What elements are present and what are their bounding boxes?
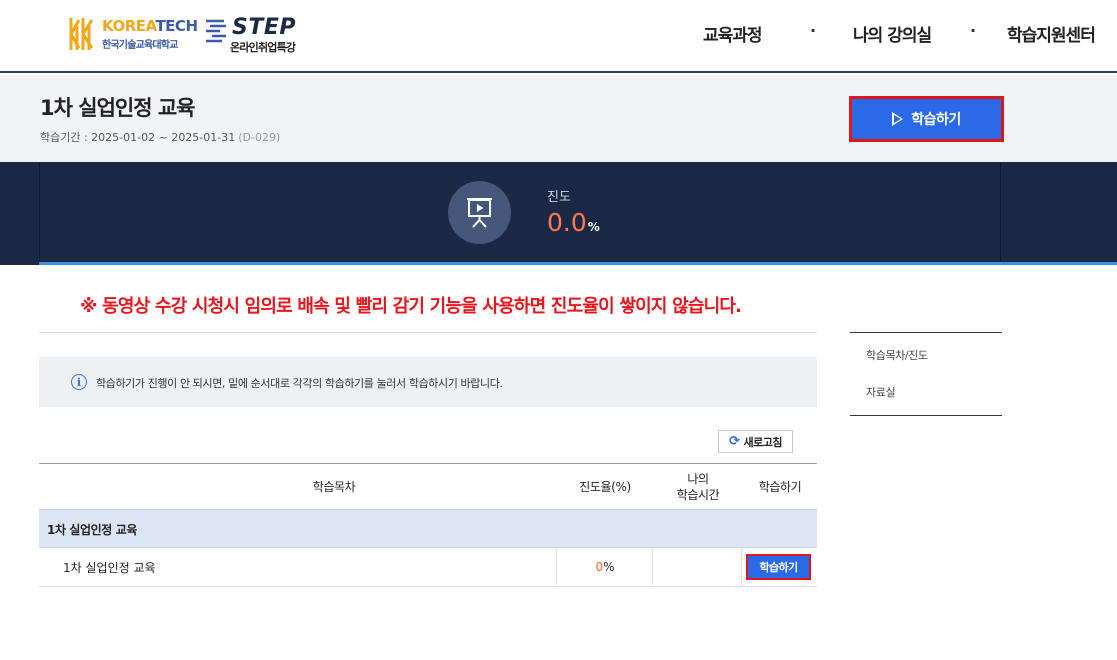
progress-panel: 진도 0.0% bbox=[0, 162, 1117, 265]
step-mark-icon bbox=[206, 19, 226, 43]
step-name: STEP bbox=[232, 15, 297, 40]
header-contents: 학습목차 bbox=[312, 480, 356, 494]
course-title: 1차 실업인정 교육 bbox=[40, 96, 195, 120]
nav-my-classroom[interactable]: 나의 강의실 bbox=[853, 21, 932, 46]
koreatech-logo[interactable]: KOREATECH 한국기술교육대학교 bbox=[68, 14, 198, 54]
nav-separator: · bbox=[970, 21, 977, 40]
table-group-row: 1차 실업인정 교육 bbox=[39, 510, 817, 548]
nav-curriculum[interactable]: 교육과정 bbox=[703, 21, 763, 46]
header-rate: 진도율(%) bbox=[579, 480, 631, 494]
study-period: 학습기간 : 2025-01-02 ~ 2025-01-31 (D-029) bbox=[40, 131, 281, 144]
koreatech-mark-icon bbox=[69, 18, 94, 50]
speed-warning-text: ※ 동영상 수강 시청시 임의로 배속 및 빨리 감기 기능을 사용하면 진도율… bbox=[80, 296, 742, 317]
info-icon: i bbox=[71, 374, 87, 390]
side-item-contents-progress[interactable]: 학습목차/진도 bbox=[866, 347, 928, 363]
progress-label: 진도 bbox=[547, 190, 571, 205]
step-logo[interactable]: STEP 온라인취업특강 bbox=[204, 14, 314, 56]
koreatech-name: KOREATECH bbox=[102, 17, 198, 35]
info-notice-box: i 학습하기가 진행이 안 되시면, 밑에 순서대로 각각의 학습하기를 눌러서… bbox=[39, 357, 817, 407]
row-rate: 0% bbox=[595, 560, 615, 574]
table-header: 학습목차 진도율(%) 나의 학습시간 학습하기 bbox=[39, 464, 817, 510]
nav-separator: · bbox=[810, 21, 817, 40]
step-subname: 온라인취업특강 bbox=[230, 41, 296, 54]
refresh-button[interactable]: ⟳ 새로고침 bbox=[718, 430, 793, 453]
group-label: 1차 실업인정 교육 bbox=[47, 523, 137, 537]
contents-table: 학습목차 진도율(%) 나의 학습시간 학습하기 1차 실업인정 교육 1차 실… bbox=[39, 463, 817, 587]
site-header: KOREATECH 한국기술교육대학교 STEP 온라인취업특강 교육과정 · … bbox=[0, 0, 1117, 73]
nav-support-center[interactable]: 학습지원센터 bbox=[1007, 21, 1096, 46]
divider bbox=[39, 332, 817, 333]
study-start-button[interactable]: 학습하기 bbox=[849, 96, 1004, 142]
side-menu: 학습목차/진도 자료실 bbox=[850, 332, 1002, 416]
row-study-time bbox=[653, 548, 743, 586]
table-row: 1차 실업인정 교육 0% 학습하기 bbox=[39, 548, 817, 587]
play-icon bbox=[892, 112, 904, 126]
row-title: 1차 실업인정 교육 bbox=[63, 560, 156, 575]
dday-badge: (D-029) bbox=[238, 131, 281, 144]
header-study: 학습하기 bbox=[758, 480, 802, 494]
progress-underline bbox=[39, 262, 1117, 265]
refresh-icon: ⟳ bbox=[729, 434, 740, 449]
presentation-play-icon bbox=[448, 181, 511, 244]
progress-value: 0.0% bbox=[547, 208, 600, 237]
row-study-button[interactable]: 학습하기 bbox=[746, 554, 811, 580]
side-item-resources[interactable]: 자료실 bbox=[866, 384, 896, 400]
header-my-study-time: 나의 학습시간 bbox=[676, 472, 720, 502]
course-title-band: 1차 실업인정 교육 학습기간 : 2025-01-02 ~ 2025-01-3… bbox=[0, 75, 1117, 162]
info-notice-text: 학습하기가 진행이 안 되시면, 밑에 순서대로 각각의 학습하기를 눌러서 학… bbox=[96, 377, 503, 390]
koreatech-subname: 한국기술교육대학교 bbox=[102, 40, 178, 51]
